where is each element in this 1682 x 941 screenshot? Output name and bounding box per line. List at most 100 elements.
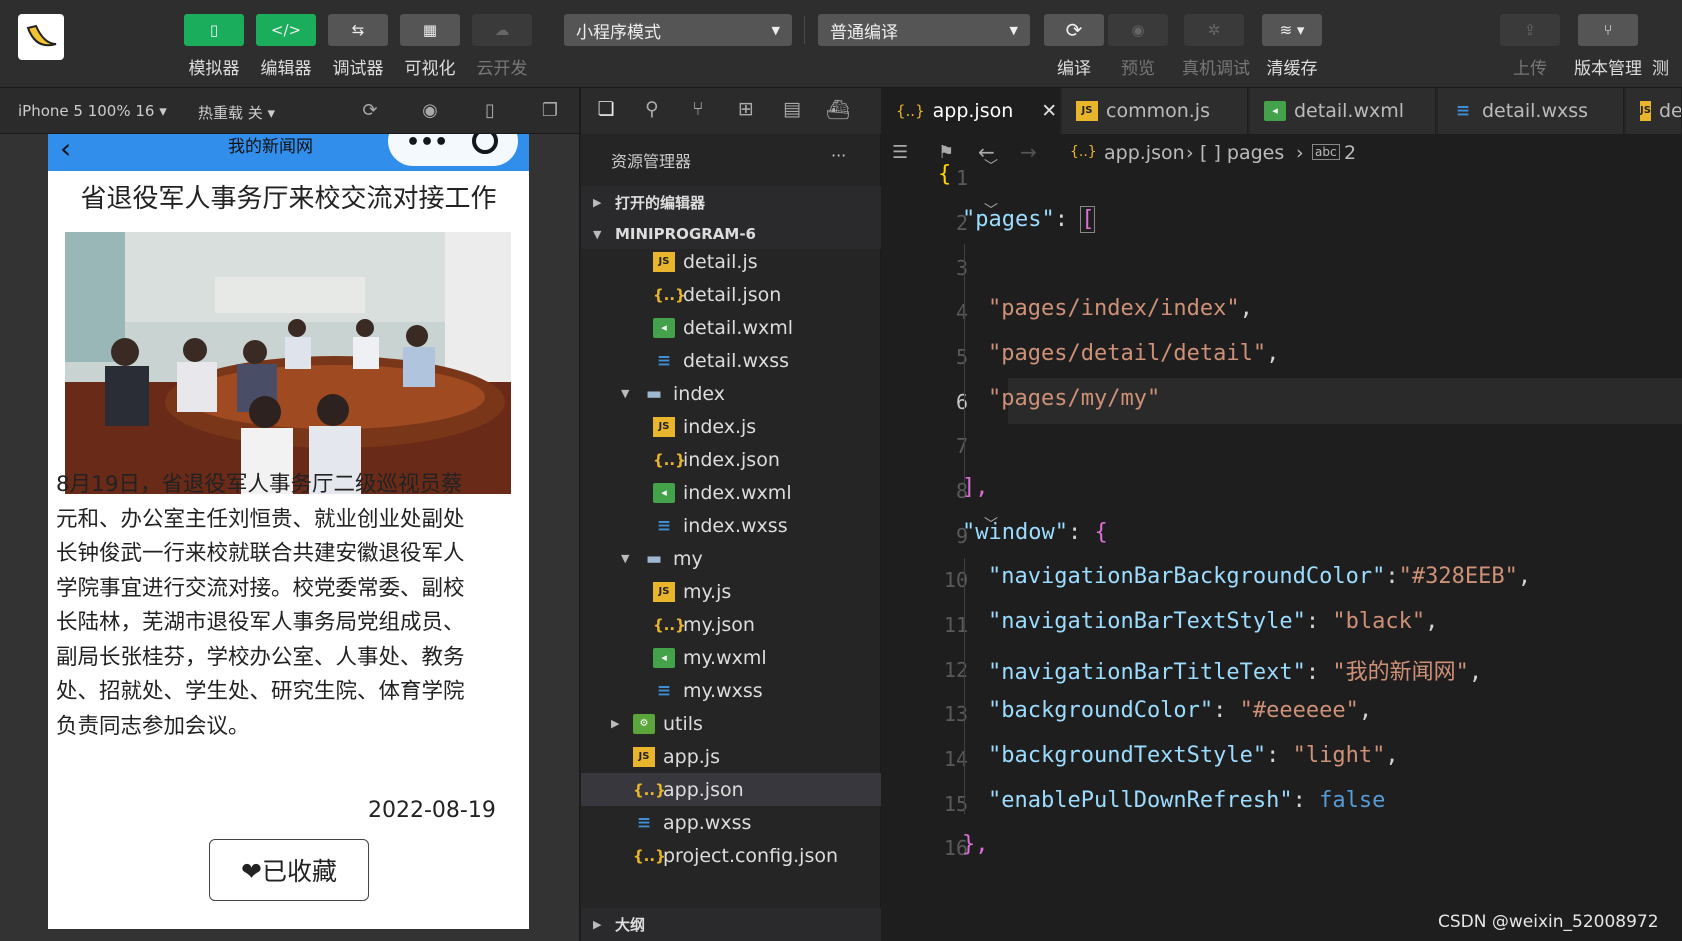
phone-icon[interactable]: ▯	[478, 100, 502, 122]
article-line: 副局长张桂芬，学校办公室、人事处、教务	[56, 644, 465, 670]
line-number: 5	[955, 345, 968, 369]
file-item[interactable]: ≡ index.wxss	[581, 509, 881, 542]
version-button[interactable]: ⑂	[1578, 14, 1638, 46]
clear-cache-label: 清缓存	[1266, 59, 1318, 79]
breadcrumb-pages[interactable]: [ ] pages	[1200, 142, 1284, 164]
hotreload-select[interactable]: 热重载 关 ▾	[198, 102, 275, 123]
mode-select[interactable]: 小程序模式 ▼	[564, 14, 792, 46]
file-name: project.config.json	[663, 844, 839, 867]
refresh-icon: ⟳	[1065, 18, 1083, 42]
folder-item[interactable]: ▼ ▬ index	[581, 377, 881, 410]
back-icon[interactable]: ‹	[60, 134, 71, 165]
line-number: 14	[943, 747, 968, 771]
open-editors-section[interactable]: ▶ 打开的编辑器	[581, 186, 881, 219]
line-number: 12	[943, 658, 968, 682]
chevron-down-icon: ▼	[621, 552, 630, 565]
watermark: CSDN @weixin_52008972	[1438, 912, 1659, 932]
chevron-right-icon: ▶	[611, 717, 620, 730]
visual-button[interactable]: ▦	[400, 14, 460, 46]
indent-guide	[964, 558, 965, 814]
json-key: "backgroundColor"	[988, 698, 1214, 723]
upload-button[interactable]: ⇪	[1500, 14, 1560, 46]
files-icon[interactable]: ❏	[593, 98, 619, 124]
tab-detail-wxml[interactable]: ◂ detail.wxml	[1250, 88, 1436, 134]
close-circle-icon[interactable]	[472, 134, 498, 154]
folder-item[interactable]: ▶ ⚙ utils	[581, 707, 881, 740]
file-item[interactable]: JS app.js	[581, 740, 881, 773]
panel-icon[interactable]: ▤	[779, 98, 805, 124]
tab-detail-wxss[interactable]: ≡ detail.wxss	[1438, 88, 1624, 134]
tab-common-js[interactable]: JS common.js	[1062, 88, 1248, 134]
fold-chevron-icon[interactable]: ﹀	[984, 156, 998, 176]
wxss-icon: ≡	[656, 680, 672, 701]
simulator-button[interactable]: ▯	[184, 14, 244, 46]
code-line: "navigationBarTextStyle": "black",	[988, 609, 1439, 634]
chevron-right-icon: ▶	[593, 196, 602, 209]
cloud-button[interactable]: ☁	[472, 14, 532, 46]
file-item[interactable]: JS detail.js	[581, 245, 881, 278]
capsule-menu[interactable]: •••	[388, 134, 518, 166]
breadcrumb-file[interactable]: app.json	[1104, 142, 1185, 164]
folder-item[interactable]: ▼ ▬ my	[581, 542, 881, 575]
json-string: "#328EEB"	[1398, 564, 1518, 589]
more-icon[interactable]: •••	[406, 134, 448, 155]
device-select[interactable]: iPhone 5 100% 16 ▾	[18, 102, 167, 120]
refresh-icon[interactable]: ⟳	[358, 100, 382, 122]
indent-guide	[964, 244, 965, 484]
breadcrumb-index[interactable]: 2	[1344, 142, 1356, 164]
colon: :	[1067, 520, 1095, 545]
favorite-button[interactable]: ❤已收藏	[209, 839, 369, 901]
js-icon: JS	[653, 251, 675, 272]
list-icon[interactable]: ☰	[892, 142, 908, 163]
wxml-icon: ◂	[653, 482, 675, 503]
bookmark-icon[interactable]: ⚑	[938, 142, 954, 163]
outline-section[interactable]: ▶ 大纲	[581, 908, 881, 941]
file-item[interactable]: {..} app.json	[581, 773, 881, 806]
js-icon: JS	[1076, 101, 1098, 121]
chevron-down-icon: ▼	[621, 387, 630, 400]
file-item[interactable]: {..} my.json	[581, 608, 881, 641]
phone-navbar: ‹ 我的新闻网 •••	[48, 134, 529, 171]
editor-button[interactable]: </>	[256, 14, 316, 46]
sliders-icon: ⇆	[351, 21, 365, 39]
file-item[interactable]: ≡ app.wxss	[581, 806, 881, 839]
forward-arrow-icon[interactable]: →	[1020, 140, 1037, 164]
phone-screen: ‹ 我的新闻网 ••• 省退役军人事务厅来校交流对接工作 8月19日，省退役军人…	[48, 134, 529, 929]
file-item[interactable]: JS my.js	[581, 575, 881, 608]
breadcrumb: ☰ ⚑ ← → {..} app.json › [ ] pages › abc …	[882, 134, 1682, 174]
file-item[interactable]: ≡ my.wxss	[581, 674, 881, 707]
article-line: 负责同志参加会议。	[56, 713, 250, 739]
file-item[interactable]: ◂ my.wxml	[581, 641, 881, 674]
compile-button[interactable]: ⟳	[1044, 14, 1104, 46]
preview-button[interactable]: ◉	[1108, 14, 1168, 46]
file-item[interactable]: ≡ detail.wxss	[581, 344, 881, 377]
file-name: app.js	[663, 745, 720, 768]
popout-icon[interactable]: ❐	[538, 100, 562, 122]
search-icon[interactable]: ⚲	[639, 98, 665, 124]
docker-icon[interactable]: ⛴	[825, 98, 851, 124]
remote-debug-button[interactable]: ✲	[1184, 14, 1244, 46]
file-item[interactable]: ◂ index.wxml	[581, 476, 881, 509]
tab-detail-js[interactable]: JS de	[1626, 88, 1682, 134]
file-item[interactable]: {..} project.config.json	[581, 839, 881, 872]
file-item[interactable]: {..} index.json	[581, 443, 881, 476]
file-item[interactable]: ◂ detail.wxml	[581, 311, 881, 344]
file-item[interactable]: {..} detail.json	[581, 278, 881, 311]
compile-select[interactable]: 普通编译 ▼	[818, 14, 1030, 46]
tab-app-json[interactable]: {..} app.json ✕	[882, 88, 1060, 134]
eye-icon: ◉	[1131, 21, 1145, 39]
article-line: 元和、办公室主任刘恒贵、就业创业处副处	[56, 506, 465, 532]
extensions-icon[interactable]: ⊞	[733, 98, 759, 124]
js-icon: JS	[653, 416, 675, 437]
line-number: 11	[943, 613, 968, 637]
close-icon[interactable]: ✕	[1041, 100, 1057, 122]
more-icon[interactable]: ···	[831, 146, 846, 165]
upload-label: 上传	[1513, 59, 1547, 79]
source-control-icon[interactable]: ⑂	[685, 98, 711, 124]
wxss-icon: ≡	[656, 350, 672, 371]
json-icon: {..}	[1070, 144, 1097, 160]
debugger-button[interactable]: ⇆	[328, 14, 388, 46]
clear-cache-button[interactable]: ≋ ▾	[1262, 14, 1322, 46]
stop-icon[interactable]: ◉	[418, 100, 442, 122]
file-item[interactable]: JS index.js	[581, 410, 881, 443]
